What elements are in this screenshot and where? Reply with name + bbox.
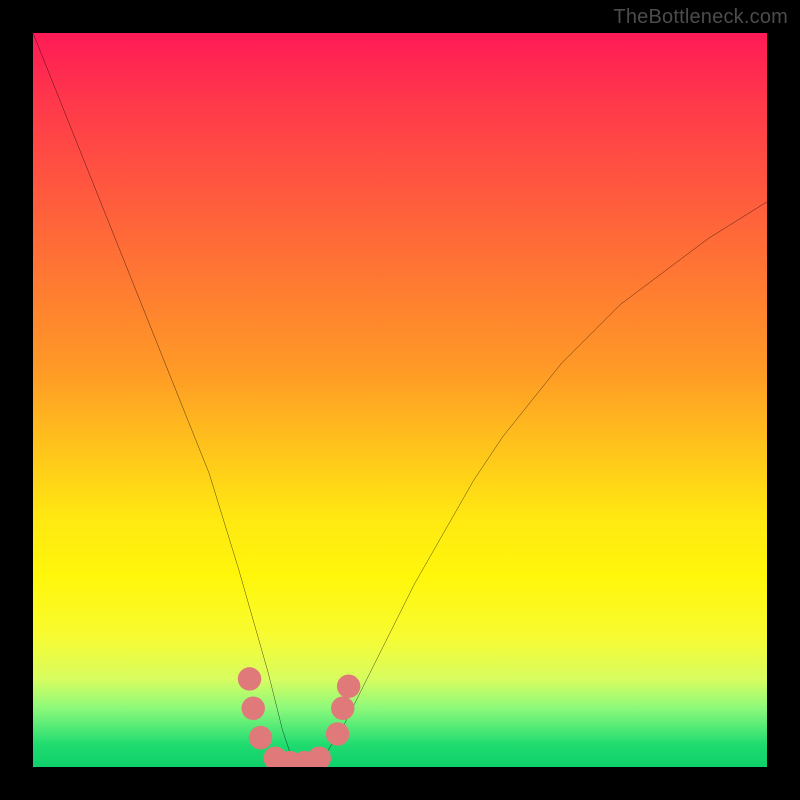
chart-plot-area	[33, 33, 767, 767]
marker-dot	[326, 722, 349, 745]
marker-dot	[238, 667, 261, 690]
curve-line	[33, 33, 767, 763]
curve-markers	[238, 667, 361, 767]
chart-frame: TheBottleneck.com	[0, 0, 800, 800]
marker-dot	[241, 697, 264, 720]
chart-svg	[33, 33, 767, 767]
marker-dot	[249, 726, 272, 749]
watermark-text: TheBottleneck.com	[613, 6, 788, 29]
marker-dot	[308, 746, 331, 767]
marker-dot	[337, 675, 360, 698]
marker-dot	[331, 697, 354, 720]
